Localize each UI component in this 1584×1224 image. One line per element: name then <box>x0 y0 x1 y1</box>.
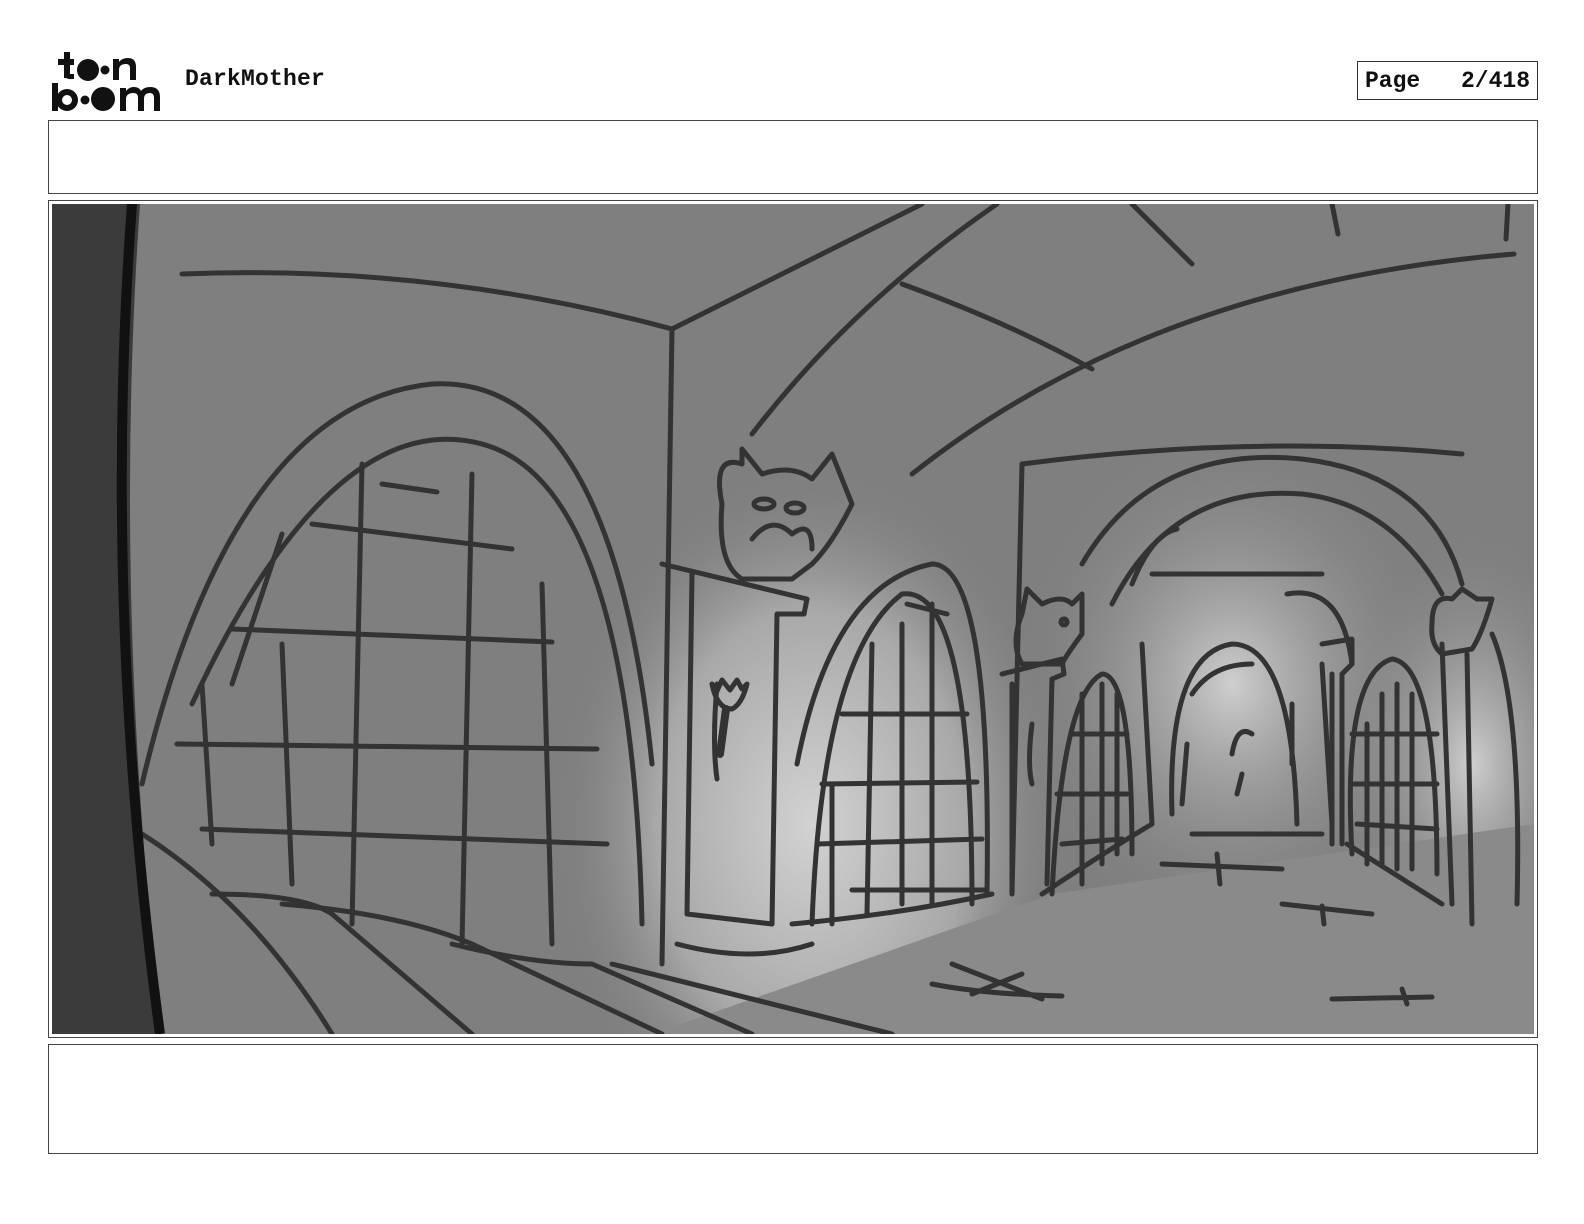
page-indicator: Page 2/418 <box>1357 61 1538 100</box>
toonboom-logo <box>52 52 160 111</box>
page-number: 2/418 <box>1460 67 1530 94</box>
top-caption-box[interactable] <box>48 120 1538 194</box>
bottom-caption-box[interactable] <box>48 1044 1538 1154</box>
page-label: Page <box>1365 67 1421 94</box>
storyboard-sketch <box>52 204 1534 1034</box>
project-title: DarkMother <box>185 66 326 92</box>
